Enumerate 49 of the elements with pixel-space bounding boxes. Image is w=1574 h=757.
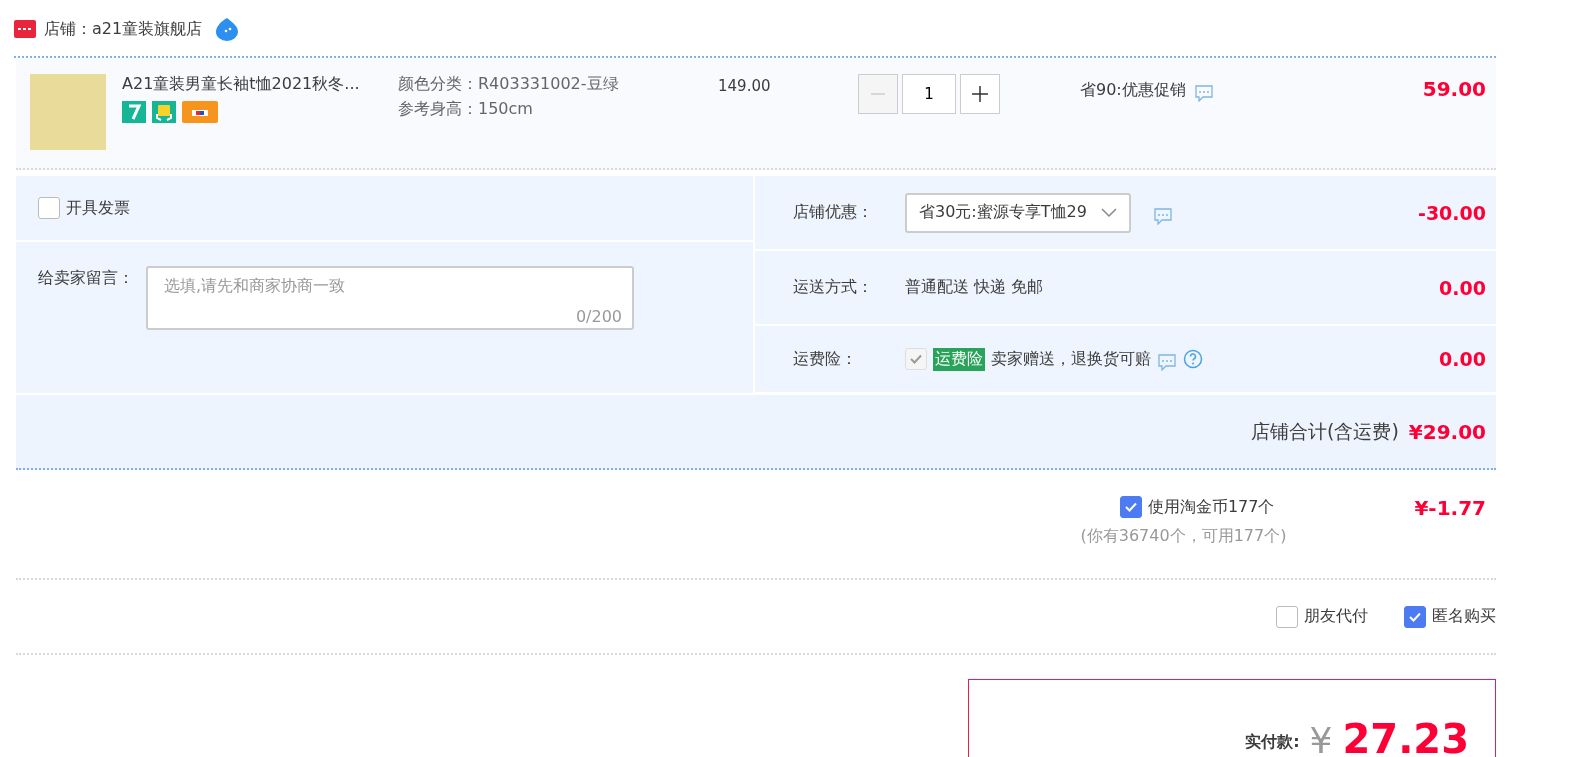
unit-price: 149.00	[718, 77, 772, 95]
plus-button[interactable]	[960, 74, 1000, 114]
currency-symbol: ¥	[1309, 723, 1333, 757]
item-total: 59.00	[1422, 77, 1486, 101]
amount-text: -30.00	[1418, 201, 1486, 224]
shipping-text: 普通配送 快递 免邮	[905, 277, 1044, 298]
promo-text: 省90:优惠促销	[1080, 79, 1186, 101]
product-title[interactable]: A21童装男童长袖t恤2021秋冬...	[122, 74, 392, 95]
insurance-badge: 运费险	[933, 347, 985, 371]
card-icon	[182, 101, 218, 123]
total-amount: ¥29.00	[1408, 419, 1486, 444]
sku-text: 颜色分类：R403331002-豆绿	[398, 73, 620, 95]
field-label: 给卖家留言：	[38, 268, 135, 289]
checkbox[interactable]	[1119, 496, 1142, 518]
help-icon	[1183, 349, 1203, 369]
shop-name[interactable]: 店铺：a21童装旗舰店	[44, 18, 203, 40]
checkbox-label[interactable]: 朋友代付	[1304, 606, 1368, 627]
amount-text: 0.00	[1439, 348, 1486, 370]
total-label: 店铺合计(含运费)	[1251, 418, 1399, 444]
checkmark-icon	[1409, 611, 1421, 622]
field-label: 运送方式：	[793, 277, 874, 298]
seven-days-icon	[122, 101, 146, 123]
plus-icon	[971, 85, 989, 103]
comment-icon	[1157, 353, 1177, 371]
photo-placeholder[interactable]	[30, 74, 106, 150]
bag-icon	[152, 101, 176, 123]
coupon-dropdown[interactable]: 省30元:蜜源专享T恤29	[905, 192, 1131, 233]
quantity-field[interactable]: 1	[902, 74, 956, 114]
comment-icon	[1152, 206, 1173, 225]
checkbox-label[interactable]: 开具发票	[66, 197, 130, 219]
checkbox-label[interactable]: 匿名购买	[1432, 606, 1496, 627]
char-counter: 0/200	[575, 307, 622, 326]
comment-icon	[1193, 84, 1214, 102]
amount-text: 0.00	[1439, 276, 1486, 299]
payment-label: 实付款:	[1245, 732, 1300, 753]
field-label: 店铺优惠：	[793, 202, 874, 223]
checkbox-label[interactable]: 使用淘金币177个	[1147, 496, 1275, 518]
coins-note: (你有36740个，可用177个)	[1080, 526, 1287, 547]
sku-text: 参考身高：150cm	[398, 98, 534, 120]
payment-amount: 27.23	[1342, 719, 1469, 757]
checkmark-icon	[910, 354, 922, 364]
insurance-text: 卖家赠送，退换货可赔	[991, 348, 1151, 370]
chevron-down-icon	[1100, 207, 1117, 218]
discount-amount: ¥-1.77	[1414, 496, 1486, 520]
field-label: 运费险：	[793, 348, 858, 370]
checkbox[interactable]	[1276, 605, 1298, 628]
checkbox[interactable]	[38, 197, 60, 219]
checkmark-icon	[1124, 502, 1137, 512]
checkbox[interactable]	[1404, 605, 1426, 628]
